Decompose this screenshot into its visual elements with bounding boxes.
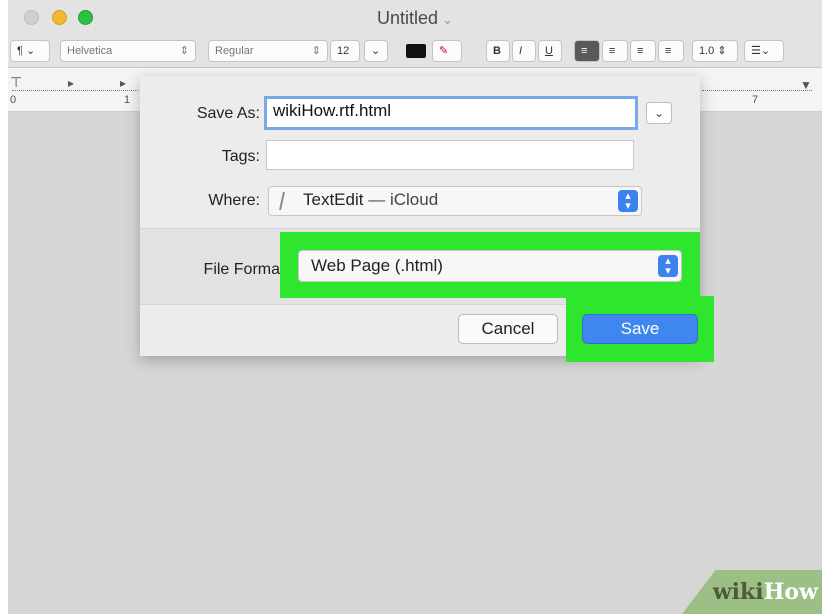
ruler-dots xyxy=(702,90,812,91)
save-dialog-sheet: Save As: wikiHow.rtf.html ⌄ Tags: Where:… xyxy=(140,76,714,362)
save-button[interactable]: Save xyxy=(582,314,698,344)
watermark-how: How xyxy=(763,579,818,605)
where-folder-name: TextEdit xyxy=(303,190,364,209)
align-justify-icon[interactable]: ≡ xyxy=(658,40,684,62)
line-spacing-select[interactable]: 1.0 ⇕ xyxy=(692,40,738,62)
save-as-input[interactable]: wikiHow.rtf.html xyxy=(264,96,638,130)
underline-button[interactable]: U xyxy=(538,40,562,62)
cancel-button[interactable]: Cancel xyxy=(458,314,558,344)
ruler-tick-label: 0 xyxy=(10,94,17,106)
tags-label: Tags: xyxy=(221,148,260,165)
where-label: Where: xyxy=(208,192,260,209)
title-bar: Untitled ⌄ xyxy=(8,0,822,36)
folder-icon xyxy=(279,191,297,210)
right-margin-marker-icon[interactable]: ▼ xyxy=(800,78,812,92)
chevron-down-icon: ⌄ xyxy=(371,45,381,57)
align-left-icon[interactable]: ≡ xyxy=(574,40,600,62)
tab-marker-icon[interactable]: ▸ xyxy=(120,76,126,90)
where-separator: — xyxy=(368,190,386,209)
chevron-down-icon: ⌄ xyxy=(653,106,665,120)
font-style-value: Regular xyxy=(215,45,254,57)
file-format-label: File Forma xyxy=(203,261,280,278)
expand-dialog-button[interactable]: ⌄ xyxy=(646,102,672,124)
file-format-select[interactable]: Web Page (.html) ▴ ▾ xyxy=(298,250,682,282)
italic-button[interactable]: I xyxy=(512,40,536,62)
tab-stop-icon[interactable]: ⊤ xyxy=(10,74,22,91)
align-right-icon[interactable]: ≡ xyxy=(630,40,656,62)
font-family-value: Helvetica xyxy=(67,45,113,57)
chevron-down-icon: ⌄ xyxy=(442,12,453,27)
highlight-color-icon[interactable]: ✎ xyxy=(432,40,462,62)
tags-input[interactable] xyxy=(266,140,634,170)
paragraph-style-button[interactable]: ¶ ⌄ xyxy=(10,40,50,62)
watermark-wiki: wiki xyxy=(712,579,764,605)
text-color-swatch[interactable] xyxy=(406,44,426,58)
file-format-value: Web Page (.html) xyxy=(311,256,443,275)
window-title-text: Untitled xyxy=(377,8,439,28)
stepper-icon: ⇕ xyxy=(311,45,321,57)
ruler-tick-label: 1 xyxy=(124,94,131,106)
list-style-button[interactable]: ☰⌄ xyxy=(744,40,784,62)
where-location-select[interactable]: TextEdit — iCloud ▴ ▾ xyxy=(268,186,642,216)
font-style-select[interactable]: Regular ⇕ xyxy=(208,40,328,62)
where-location-name: iCloud xyxy=(389,190,439,209)
align-center-icon[interactable]: ≡ xyxy=(602,40,628,62)
bold-button[interactable]: B xyxy=(486,40,510,62)
window-title[interactable]: Untitled ⌄ xyxy=(8,8,822,29)
textedit-window: Untitled ⌄ ¶ ⌄ Helvetica ⇕ Regular ⇕ 12 ⌄ ✎… xyxy=(8,0,822,614)
font-size-dropdown[interactable]: ⌄ xyxy=(364,40,388,62)
stepper-arrows-icon: ▴ ▾ xyxy=(618,190,638,212)
ruler-tick-label: 7 xyxy=(752,94,759,106)
stepper-arrows-icon: ▴ ▾ xyxy=(658,255,678,277)
font-family-select[interactable]: Helvetica ⇕ xyxy=(60,40,196,62)
line-spacing-value: 1.0 xyxy=(699,45,715,57)
font-size-field[interactable]: 12 xyxy=(330,40,360,62)
save-as-label: Save As: xyxy=(196,105,260,122)
format-toolbar: ¶ ⌄ Helvetica ⇕ Regular ⇕ 12 ⌄ ✎ B I U ≡ ≡… xyxy=(8,36,822,68)
ruler-dots xyxy=(12,90,138,91)
tab-marker-icon[interactable]: ▸ xyxy=(68,76,74,90)
stepper-icon: ⇕ xyxy=(179,45,189,57)
